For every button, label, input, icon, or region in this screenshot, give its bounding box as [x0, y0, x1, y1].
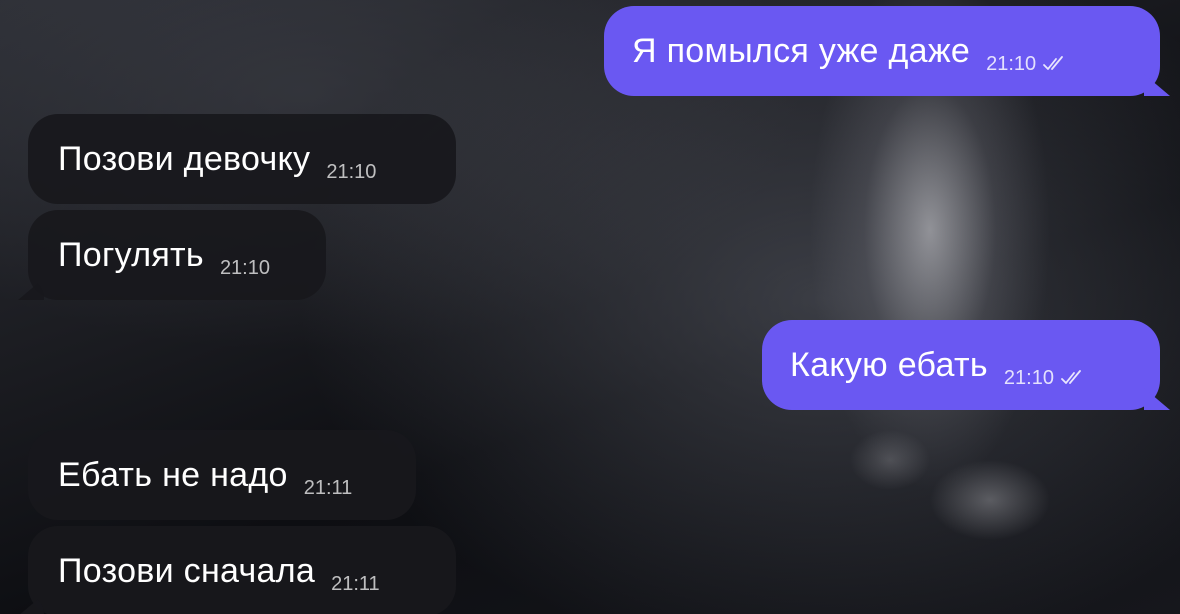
message-text: Позови девочку	[58, 139, 311, 178]
double-check-icon	[1043, 56, 1064, 70]
bubble-tail	[18, 278, 44, 300]
bubble-tail	[1144, 388, 1170, 410]
message-time: 21:11	[331, 572, 380, 595]
message-bubble-outgoing[interactable]: Какую ебать 21:10	[762, 320, 1170, 410]
message-bubble-incoming[interactable]: Позови сначала 21:11	[18, 526, 456, 614]
message-time: 21:11	[303, 476, 353, 499]
message-bubble-outgoing[interactable]: Я помылся уже даже 21:10	[604, 6, 1170, 96]
message-time: 21:10	[219, 256, 270, 279]
message-bubble-incoming[interactable]: Позови девочку 21:10	[28, 114, 456, 204]
message-time: 21:10	[1003, 366, 1054, 389]
message-bubble-incoming[interactable]: Погулять 21:10	[18, 210, 326, 300]
bubble-tail	[18, 594, 44, 614]
chat-area: Я помылся уже даже 21:10 Позови девочку …	[0, 0, 1180, 614]
bubble-tail	[1144, 74, 1170, 96]
message-bubble-incoming[interactable]: Ебать не надо 21:11	[28, 430, 416, 520]
message-text: Ебать не надо	[58, 455, 288, 494]
message-text: Погулять	[58, 235, 204, 274]
message-text: Я помылся уже даже	[632, 31, 971, 70]
message-time: 21:10	[326, 160, 377, 183]
double-check-icon	[1061, 370, 1081, 384]
message-text: Позови сначала	[58, 551, 316, 590]
message-time: 21:10	[986, 52, 1037, 75]
message-text: Какую ебать	[790, 345, 988, 384]
